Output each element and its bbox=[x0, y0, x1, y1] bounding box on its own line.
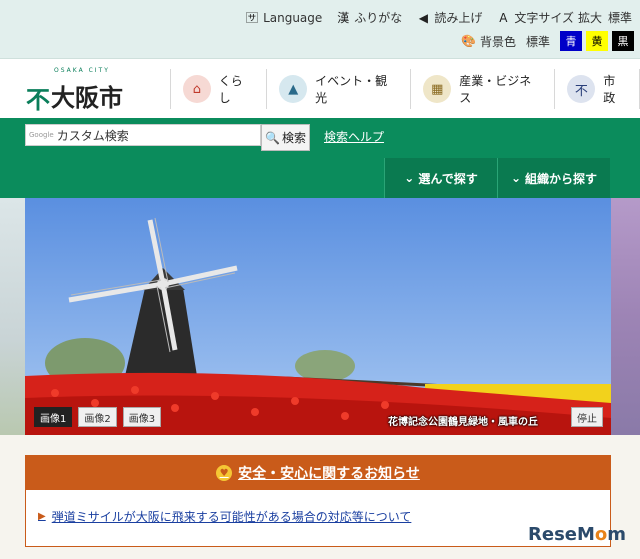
choose-search-label: 選んで探す bbox=[418, 171, 478, 186]
utility-bar: 🈂 Language 漢 ふりがな ◀ 読み上げ A 文字サイズ 拡大 標準 🎨… bbox=[0, 0, 640, 58]
bg-color-group: 🎨 背景色 bbox=[461, 33, 516, 50]
furigana-label: ふりがな bbox=[354, 11, 403, 25]
bg-color-label: 背景色 bbox=[479, 34, 516, 49]
notice-link-label: 弾道ミサイルが大阪に飛来する可能性がある場合の対応等について bbox=[51, 510, 412, 524]
sub-nav: ⌄ 選んで探す ⌄ 組織から探す bbox=[384, 158, 610, 198]
chevron-down-icon: ⌄ bbox=[404, 171, 415, 185]
utility-row-bottom: 🎨 背景色 標準 青 黄 黒 bbox=[461, 31, 634, 51]
safety-notice-title: 安全・安心に関するお知らせ bbox=[238, 466, 420, 482]
search-help-link[interactable]: 検索ヘルプ bbox=[324, 128, 384, 145]
gnav-label: くらし bbox=[218, 74, 243, 105]
global-nav: ⌂ くらし ▲ イベント・観光 ▦ 産業・ビジネス 不 市政 bbox=[170, 69, 640, 109]
city-emblem-icon: 不 bbox=[26, 86, 50, 114]
resemom-watermark: ReseMom bbox=[528, 524, 627, 545]
search-band: Google カスタム検索 🔍 検索 検索ヘルプ ⌄ 選んで探す ⌄ 組織から探… bbox=[0, 118, 640, 198]
chevron-down-icon: ⌄ bbox=[510, 171, 522, 185]
hero-next-image-peek bbox=[611, 198, 640, 435]
hero-prev-image-peek bbox=[0, 198, 25, 435]
site-logo[interactable]: OSAKA CITY 不 大阪市 bbox=[26, 65, 136, 114]
hero-tabs: 画像1 画像2 画像3 bbox=[34, 407, 162, 427]
hero-stop-button[interactable]: 停止 bbox=[571, 407, 603, 427]
search-button[interactable]: 🔍 検索 bbox=[261, 124, 310, 151]
gnav-item-life[interactable]: ⌂ くらし bbox=[170, 69, 266, 109]
building-icon: ▦ bbox=[423, 75, 452, 103]
text-size-standard-button[interactable]: 標準 bbox=[608, 9, 632, 26]
safety-notice-box: ♥ 安全・安心に関するお知らせ ▶ 弾道ミサイルが大阪に飛来する可能性がある場合… bbox=[25, 455, 611, 547]
text-size-group: A 文字サイズ 拡大 標準 bbox=[496, 9, 632, 26]
castle-icon: ▲ bbox=[279, 75, 308, 103]
palette-icon: 🎨 bbox=[461, 34, 476, 48]
text-size-label: 文字サイズ bbox=[514, 11, 574, 25]
bg-yellow-button[interactable]: 黄 bbox=[586, 31, 608, 51]
search-icon: 🔍 bbox=[265, 130, 280, 145]
gnav-item-events[interactable]: ▲ イベント・観光 bbox=[266, 69, 410, 109]
site-header: OSAKA CITY 不 大阪市 ⌂ くらし ▲ イベント・観光 ▦ 産業・ビジ… bbox=[0, 58, 640, 118]
gnav-item-city-admin[interactable]: 不 市政 bbox=[554, 69, 640, 109]
hero-tab-1[interactable]: 画像1 bbox=[34, 407, 73, 427]
hero-tab-2[interactable]: 画像2 bbox=[78, 407, 117, 427]
hero-caption: 花博記念公園鶴見緑地・風車の丘 bbox=[388, 417, 538, 428]
search-button-label: 検索 bbox=[281, 131, 306, 145]
utility-row-top: 🈂 Language 漢 ふりがな ◀ 読み上げ A 文字サイズ 拡大 標準 bbox=[245, 9, 632, 26]
safety-notice-heading[interactable]: ♥ 安全・安心に関するお知らせ bbox=[26, 456, 610, 490]
speaker-icon: ◀ bbox=[418, 10, 428, 25]
read-aloud-link[interactable]: ◀ 読み上げ bbox=[416, 9, 483, 26]
text-size-enlarge-button[interactable]: 拡大 bbox=[578, 9, 602, 26]
arrow-right-icon: ▶ bbox=[38, 511, 46, 522]
house-icon: ⌂ bbox=[183, 75, 211, 103]
translate-icon: 🈂 bbox=[246, 11, 259, 25]
gnav-label: イベント・観光 bbox=[315, 74, 388, 105]
gnav-label: 産業・ビジネス bbox=[459, 74, 532, 105]
hero-slideshow bbox=[25, 198, 611, 435]
google-label: Google bbox=[29, 131, 54, 139]
notice-link[interactable]: ▶ 弾道ミサイルが大阪に飛来する可能性がある場合の対応等について bbox=[38, 508, 411, 525]
bg-standard-button[interactable]: 標準 bbox=[526, 33, 550, 50]
language-link[interactable]: 🈂 Language bbox=[245, 9, 322, 26]
city-emblem-icon: 不 bbox=[567, 75, 596, 103]
logo-subtitle: OSAKA CITY bbox=[54, 67, 110, 74]
search-placeholder: カスタム検索 bbox=[56, 128, 129, 143]
org-search-dropdown[interactable]: ⌄ 組織から探す bbox=[497, 158, 610, 198]
gnav-item-business[interactable]: ▦ 産業・ビジネス bbox=[410, 69, 554, 109]
org-search-label: 組織から探す bbox=[525, 171, 598, 186]
hero-tab-3[interactable]: 画像3 bbox=[122, 407, 162, 427]
furigana-link[interactable]: 漢 ふりがな bbox=[336, 9, 402, 26]
choose-search-dropdown[interactable]: ⌄ 選んで探す bbox=[384, 158, 497, 198]
logo-text: 大阪市 bbox=[51, 84, 123, 112]
read-aloud-label: 読み上げ bbox=[434, 11, 483, 25]
gnav-label: 市政 bbox=[603, 74, 616, 105]
bg-blue-button[interactable]: 青 bbox=[560, 31, 582, 51]
heart-icon: ♥ bbox=[216, 465, 233, 481]
language-label: Language bbox=[263, 10, 323, 25]
windmill-tulip-photo bbox=[25, 198, 611, 435]
furigana-icon: 漢 bbox=[337, 11, 350, 25]
bg-black-button[interactable]: 黒 bbox=[612, 31, 634, 51]
text-size-icon: A bbox=[499, 10, 508, 25]
search-input[interactable]: Google カスタム検索 bbox=[25, 124, 261, 146]
